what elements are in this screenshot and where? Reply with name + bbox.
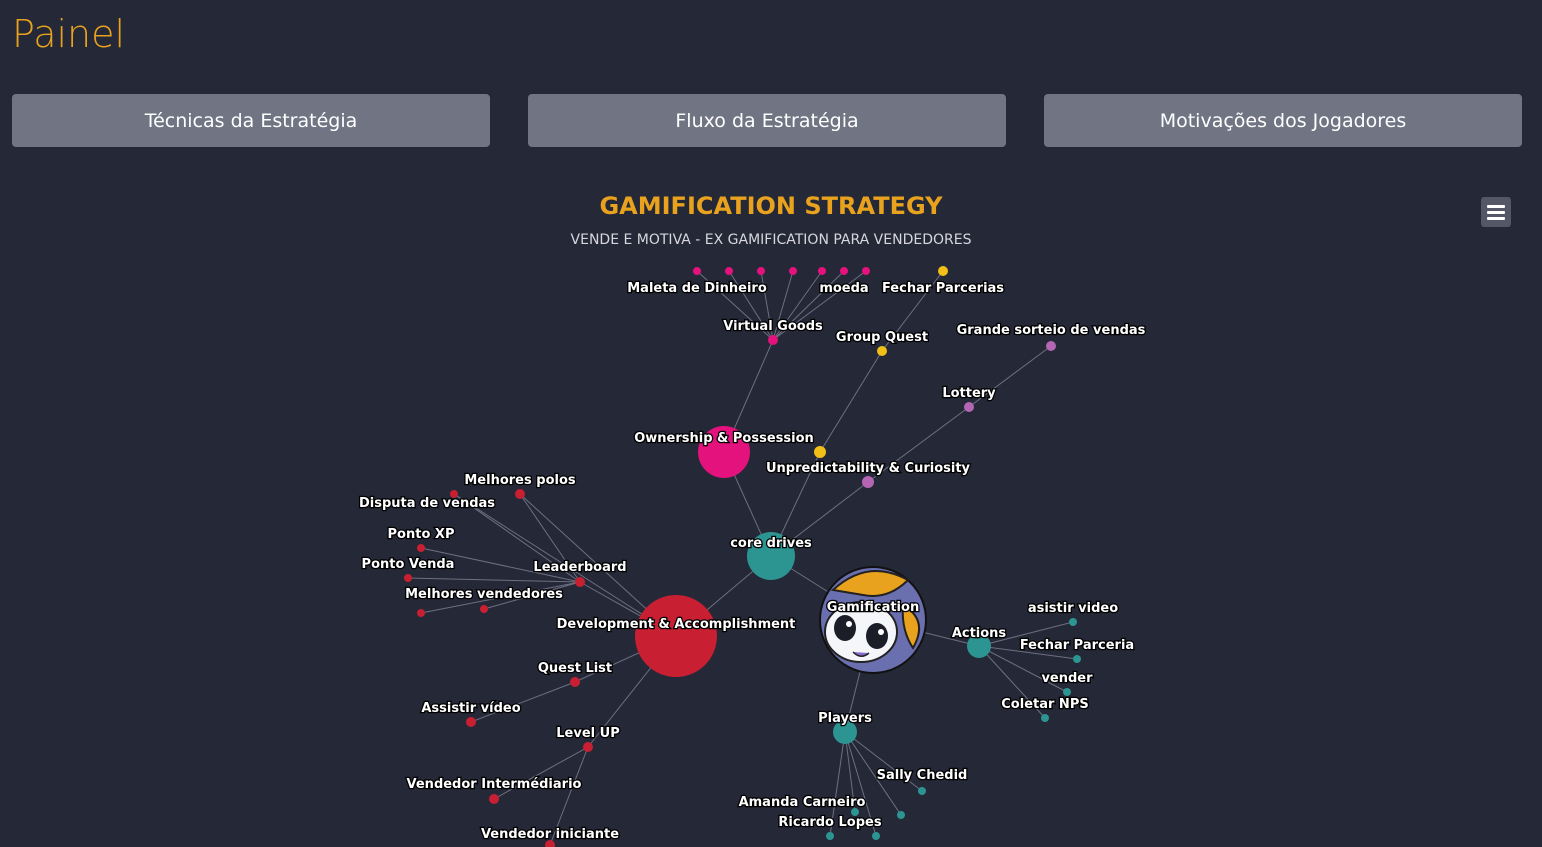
graph-node-moeda[interactable] xyxy=(862,267,870,275)
node-label-leaderboard: Leaderboard xyxy=(533,560,626,575)
root-node-eye-glint xyxy=(878,629,884,635)
node-label-maleta: Maleta de Dinheiro xyxy=(627,281,767,296)
node-label-core-drives: core drives xyxy=(730,536,812,551)
node-label-fechar-parceria: Fechar Parceria xyxy=(1020,638,1134,653)
root-node-eye-glint xyxy=(846,621,852,627)
node-label-players: Players xyxy=(818,711,872,726)
root-node-eye xyxy=(834,615,856,641)
node-label-owner: Ownership & Possession xyxy=(634,431,814,446)
graph-node-leaderboard[interactable] xyxy=(575,577,585,587)
graph-node-vender[interactable] xyxy=(1063,688,1071,696)
graph-node-r1[interactable] xyxy=(417,609,425,617)
node-label-level-up: Level UP xyxy=(556,726,619,741)
graph-node-fechar-parceria[interactable] xyxy=(1073,655,1081,663)
node-label-asistir-video: asistir video xyxy=(1028,601,1118,616)
node-label-coletar-nps: Coletar NPS xyxy=(1001,697,1088,712)
node-label-sally: Sally Chedid xyxy=(877,768,968,783)
graph-node-quest-list[interactable] xyxy=(570,677,580,687)
graph-node-ricardo[interactable] xyxy=(872,832,880,840)
node-label-vender: vender xyxy=(1041,671,1093,686)
graph-node-coletar-nps[interactable] xyxy=(1041,714,1049,722)
graph-node-virtual-goods[interactable] xyxy=(768,335,778,345)
graph-node-ponto-venda[interactable] xyxy=(404,574,412,582)
graph-edge xyxy=(407,577,581,583)
graph-node-pk2[interactable] xyxy=(757,267,765,275)
node-label-group-quest: Group Quest xyxy=(836,330,928,345)
node-label-vend-inic: Vendedor iniciante xyxy=(481,827,619,842)
node-label-actions: Actions xyxy=(952,626,1007,641)
graph-edges xyxy=(407,270,1078,846)
node-label-sorteio: Grande sorteio de vendas xyxy=(957,323,1146,338)
graph-node-sorteio[interactable] xyxy=(1046,341,1056,351)
graph-node-pk4[interactable] xyxy=(818,267,826,275)
node-label-gamification: Gamification xyxy=(827,600,919,615)
node-label-melhores-polos: Melhores polos xyxy=(464,473,576,488)
dashboard-page: Painel Técnicas da Estratégia Fluxo da E… xyxy=(0,0,1542,847)
node-label-ponto-xp: Ponto XP xyxy=(388,527,455,542)
graph-node-level-up[interactable] xyxy=(583,742,593,752)
node-label-dev: Development & Accomplishment xyxy=(557,617,796,632)
gamification-root-node[interactable] xyxy=(819,566,927,674)
node-label-fechar-parcerias: Fechar Parcerias xyxy=(882,281,1004,296)
node-label-assistir-video-r: Assistir vídeo xyxy=(421,701,520,716)
node-label-vend-inter: Vendedor Intermédiario xyxy=(407,777,582,792)
graph-node-t1[interactable] xyxy=(897,811,905,819)
graph-node-maleta[interactable] xyxy=(693,267,701,275)
graph-node-asistir-video[interactable] xyxy=(1069,618,1077,626)
graph-edge xyxy=(819,350,883,453)
node-label-unpred: Unpredictability & Curiosity xyxy=(766,461,971,476)
node-label-quest-list: Quest List xyxy=(538,661,612,676)
node-label-moeda: moeda xyxy=(819,281,868,296)
graph-node-melhores-vend[interactable] xyxy=(480,605,488,613)
graph-node-social[interactable] xyxy=(814,446,826,458)
graph-node-dev[interactable] xyxy=(635,595,717,677)
graph-node-lottery[interactable] xyxy=(964,402,974,412)
network-graph[interactable]: Gamification core drives Actions Players Dev… xyxy=(0,0,1542,847)
graph-node-group-quest[interactable] xyxy=(877,346,887,356)
graph-node-unpred[interactable] xyxy=(862,476,874,488)
graph-node-ponto-xp[interactable] xyxy=(417,544,425,552)
graph-node-melhores-polos[interactable] xyxy=(515,489,525,499)
node-label-virtual-goods: Virtual Goods xyxy=(723,319,823,334)
node-label-disputa: Disputa de vendas xyxy=(359,496,495,511)
node-label-ricardo: Ricardo Lopes xyxy=(778,815,881,830)
graph-node-pk3[interactable] xyxy=(789,267,797,275)
graph-node-sally[interactable] xyxy=(918,787,926,795)
graph-node-pk1[interactable] xyxy=(725,267,733,275)
graph-node-assistir-video-r[interactable] xyxy=(466,717,476,727)
node-label-amanda: Amanda Carneiro xyxy=(739,795,866,810)
graph-node-vend-inter[interactable] xyxy=(489,794,499,804)
graph-node-pk5[interactable] xyxy=(840,267,848,275)
graph-node-t2[interactable] xyxy=(826,832,834,840)
node-label-lottery: Lottery xyxy=(942,386,996,401)
node-label-melhores-vend: Melhores vendedores xyxy=(405,587,563,602)
root-node-eye xyxy=(866,623,888,649)
graph-nodes[interactable] xyxy=(404,266,1081,847)
node-label-ponto-venda: Ponto Venda xyxy=(362,557,455,572)
graph-node-fechar-parcerias[interactable] xyxy=(938,266,948,276)
